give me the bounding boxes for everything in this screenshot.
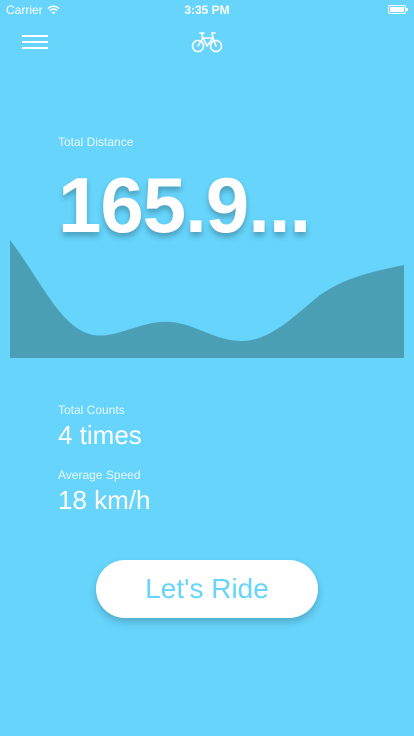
total-counts-label: Total Counts xyxy=(58,403,125,417)
distance-area-chart xyxy=(10,240,404,358)
bicycle-icon xyxy=(191,32,223,53)
distance-area xyxy=(10,240,404,358)
hamburger-menu-icon[interactable] xyxy=(22,35,48,49)
total-distance-label: Total Distance xyxy=(58,135,134,149)
average-speed-label: Average Speed xyxy=(58,468,141,482)
total-counts-value: 4 times xyxy=(58,420,142,450)
battery-icon xyxy=(388,5,408,14)
status-bar: Carrier 3:35 PM xyxy=(0,0,414,20)
status-time: 3:35 PM xyxy=(184,3,230,17)
average-speed-value: 18 km/h xyxy=(58,485,151,515)
lets-ride-button[interactable]: Let's Ride xyxy=(96,560,318,618)
total-distance-value: 165.9... xyxy=(58,161,311,249)
